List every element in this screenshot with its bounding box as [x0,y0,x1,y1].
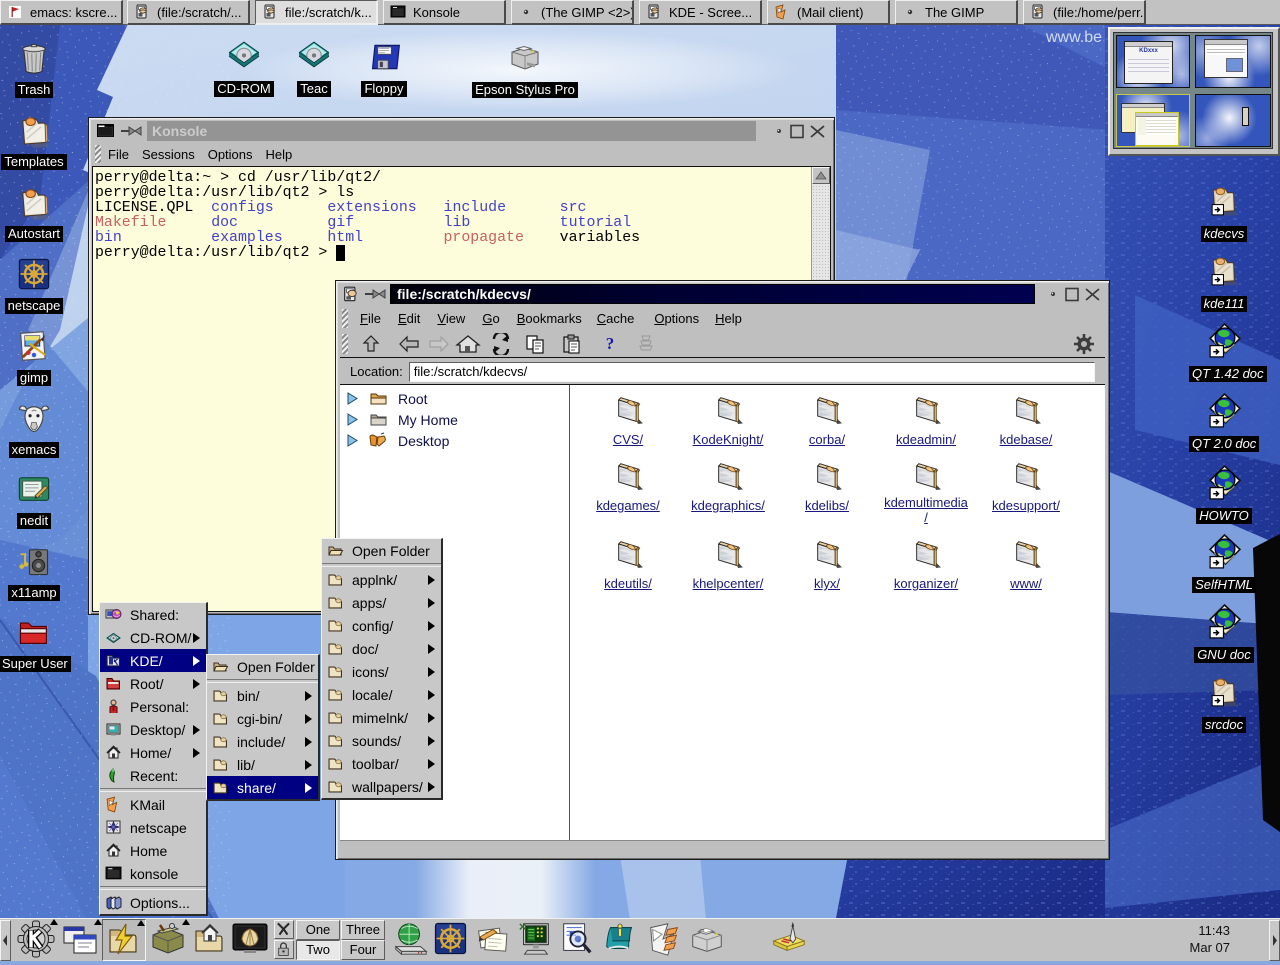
svg-text:www.be: www.be [1045,29,1102,46]
